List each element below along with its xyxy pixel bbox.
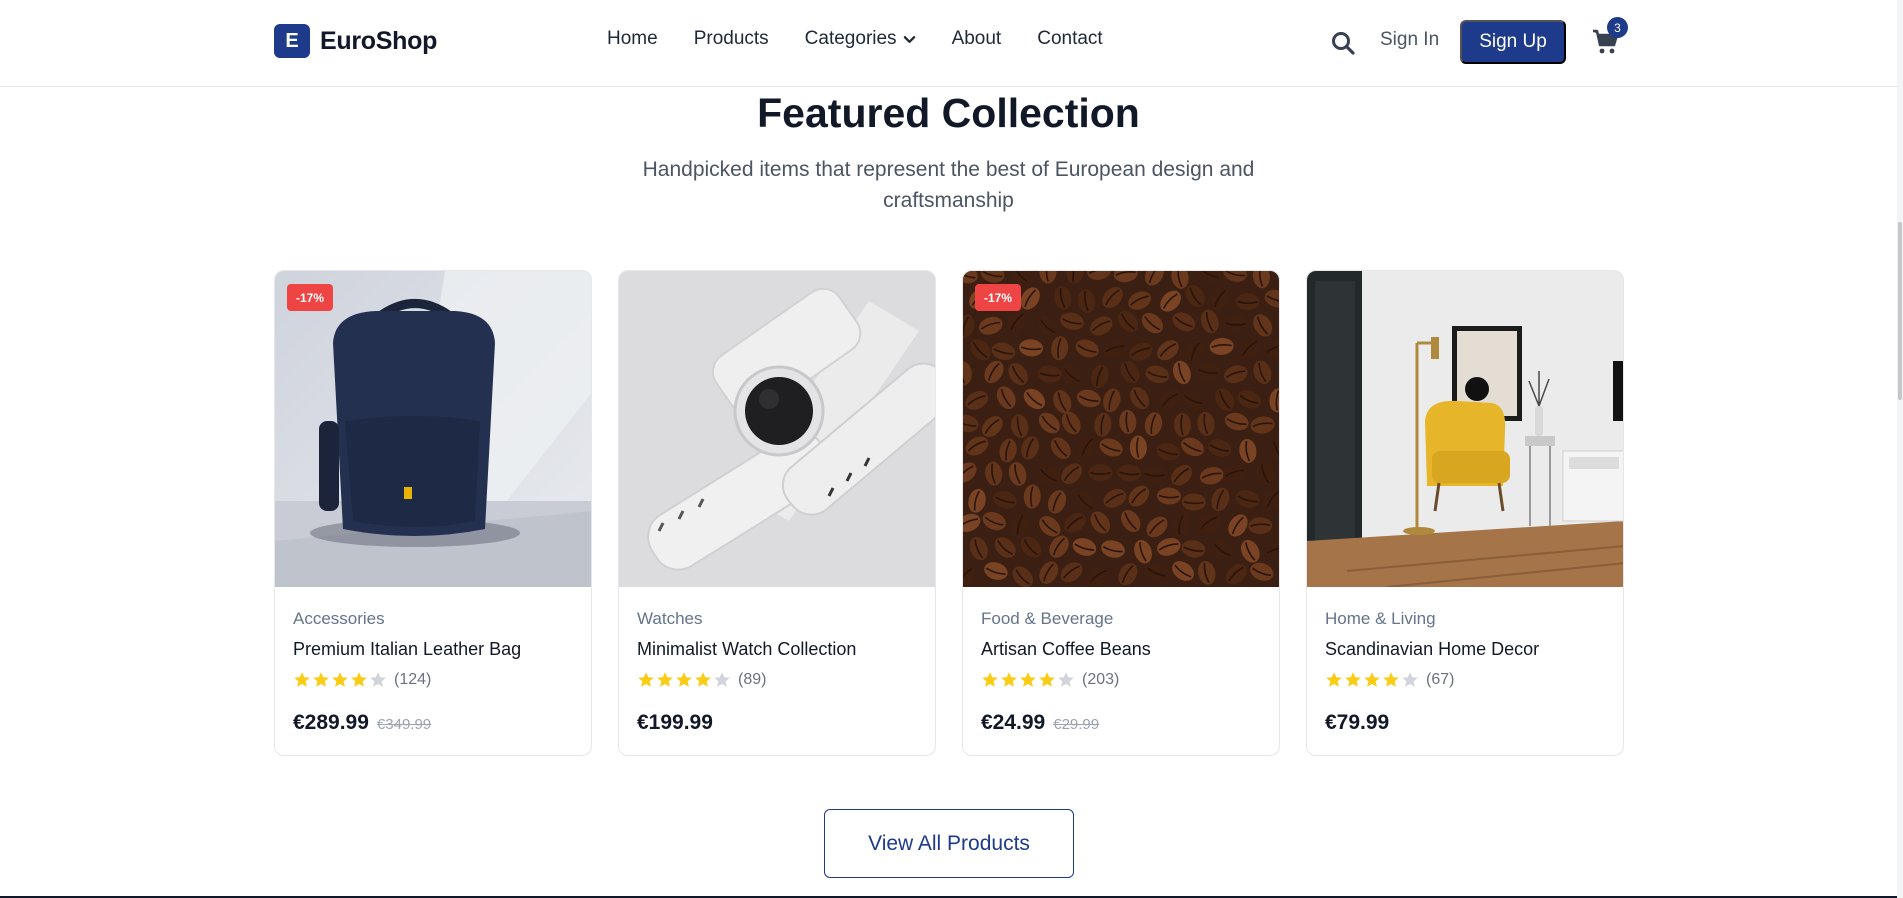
product-card[interactable]: -17% Food & Beverage Artisan Coffee Bean… — [962, 270, 1280, 756]
review-count: (67) — [1426, 671, 1455, 688]
product-prices: €289.99 €349.99 — [293, 711, 431, 735]
star-icon — [1039, 672, 1055, 687]
product-name[interactable]: Premium Italian Leather Bag — [293, 639, 521, 660]
product-prices: €199.99 — [637, 711, 713, 735]
star-icon — [657, 672, 673, 687]
nav-categories[interactable]: Categories — [805, 28, 916, 50]
product-image-backpack[interactable] — [275, 271, 591, 587]
nav-home[interactable]: Home — [607, 28, 658, 50]
product-price: €24.99 — [981, 711, 1046, 734]
product-category: Watches — [637, 609, 703, 628]
product-price: €79.99 — [1325, 711, 1390, 734]
product-prices: €79.99 — [1325, 711, 1389, 735]
star-icon — [370, 672, 386, 687]
product-card[interactable]: -17% Accessories Premium Italian Leather… — [274, 270, 592, 756]
product-old-price: €29.99 — [1053, 716, 1100, 733]
star-icon — [313, 672, 329, 687]
product-name[interactable]: Minimalist Watch Collection — [637, 639, 856, 660]
discount-badge: -17% — [287, 284, 334, 311]
scrollbar-thumb[interactable] — [1898, 222, 1902, 400]
product-category: Food & Beverage — [981, 609, 1114, 628]
star-icon — [332, 672, 348, 687]
product-category: Home & Living — [1325, 609, 1436, 628]
star-icon — [638, 672, 654, 687]
review-count: (203) — [1082, 671, 1120, 688]
product-prices: €24.99 €29.99 — [981, 711, 1099, 735]
logo-mark: E — [274, 24, 310, 58]
product-rating: (124) — [293, 671, 431, 689]
star-icon — [294, 672, 310, 687]
nav-products[interactable]: Products — [694, 28, 769, 50]
review-count: (124) — [394, 671, 432, 688]
star-icon — [351, 672, 367, 687]
product-image-home-decor[interactable] — [1307, 271, 1623, 587]
star-icon — [982, 672, 998, 687]
logo-text: EuroShop — [320, 26, 438, 55]
site-header: E EuroShop Home Products Categories Abou… — [0, 0, 1903, 87]
product-name[interactable]: Artisan Coffee Beans — [981, 639, 1151, 660]
main-nav: Home Products Categories About Contact — [607, 28, 1103, 50]
logo[interactable]: E EuroShop — [274, 24, 437, 58]
section-subtitle: Handpicked items that represent the best… — [642, 158, 1255, 212]
chevron-down-icon — [903, 35, 915, 43]
nav-contact[interactable]: Contact — [1037, 28, 1102, 50]
product-rating: (203) — [981, 671, 1119, 689]
product-image-watch[interactable] — [619, 271, 935, 587]
product-old-price: €349.99 — [376, 716, 432, 733]
star-icon — [1058, 672, 1074, 687]
product-rating: (89) — [637, 671, 766, 689]
scrollbar-track[interactable] — [1897, 0, 1903, 898]
discount-badge: -17% — [975, 284, 1022, 311]
product-category: Accessories — [293, 609, 385, 628]
section-title: Featured Collection — [757, 90, 1140, 136]
sign-in-link[interactable]: Sign In — [1380, 29, 1439, 51]
star-icon — [1020, 672, 1036, 687]
star-icon — [1326, 672, 1342, 687]
nav-categories-label: Categories — [804, 28, 897, 49]
star-icon — [676, 672, 692, 687]
nav-about[interactable]: About — [952, 28, 1002, 50]
view-all-products-button[interactable]: View All Products — [824, 809, 1074, 878]
star-icon — [1383, 672, 1399, 687]
search-icon[interactable] — [1330, 30, 1356, 56]
cart-count-badge: 3 — [1607, 17, 1628, 38]
star-icon — [1001, 672, 1017, 687]
product-price: €289.99 — [293, 711, 369, 734]
product-card[interactable]: Watches Minimalist Watch Collection (89)… — [618, 270, 936, 756]
star-icon — [1345, 672, 1361, 687]
star-icon — [1402, 672, 1418, 687]
star-icon — [1364, 672, 1380, 687]
product-card[interactable]: Home & Living Scandinavian Home Decor (6… — [1306, 270, 1624, 756]
sign-up-button[interactable]: Sign Up — [1460, 20, 1566, 64]
product-price: €199.99 — [637, 711, 713, 734]
review-count: (89) — [738, 671, 767, 688]
star-icon — [695, 672, 711, 687]
product-name[interactable]: Scandinavian Home Decor — [1325, 639, 1539, 660]
product-image-coffee-beans[interactable] — [963, 271, 1279, 587]
product-rating: (67) — [1325, 671, 1454, 689]
star-icon — [714, 672, 730, 687]
